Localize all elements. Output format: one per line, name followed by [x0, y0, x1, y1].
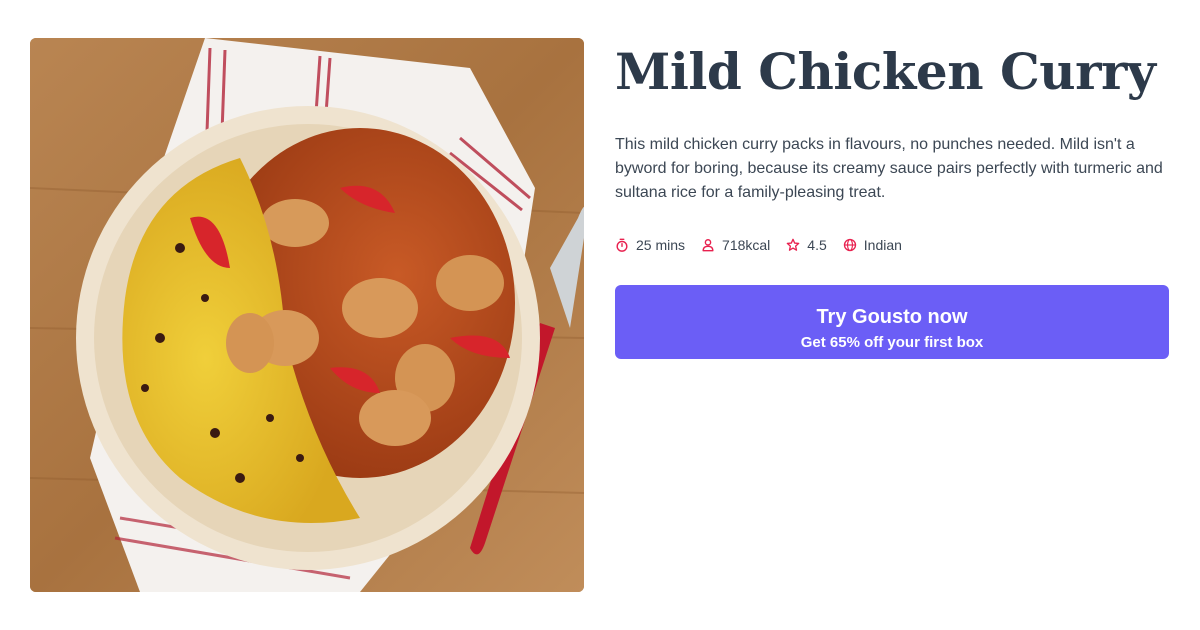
globe-icon — [843, 238, 856, 252]
recipe-meta: 25 mins 718kcal 4.5 Indian — [615, 235, 1170, 255]
meta-calories-text: 718kcal — [722, 237, 771, 253]
cta-label: Try Gousto now — [816, 305, 968, 328]
try-gousto-button[interactable]: Try Gousto now Get 65% off your first bo… — [615, 285, 1169, 359]
person-icon — [702, 239, 714, 252]
recipe-details: Mild Chicken Curry This mild chicken cur… — [615, 40, 1170, 255]
curry-dish-image — [30, 38, 584, 592]
cta-sublabel: Get 65% off your first box — [800, 333, 984, 351]
meta-cook-time-text: 25 mins — [636, 237, 686, 253]
meta-calories: 718kcal — [701, 237, 770, 253]
recipe-description: This mild chicken curry packs in flavour… — [615, 136, 1163, 201]
star-icon — [786, 238, 800, 251]
meta-rating: 4.5 — [786, 237, 827, 253]
meta-rating-text: 4.5 — [807, 237, 827, 253]
recipe-title: Mild Chicken Curry — [615, 42, 1156, 101]
meta-cook-time: 25 mins — [615, 237, 685, 253]
recipe-photo — [30, 38, 584, 592]
meta-cuisine-text: Indian — [863, 237, 902, 253]
meta-cuisine: Indian — [843, 237, 902, 253]
timer-icon — [616, 238, 628, 252]
